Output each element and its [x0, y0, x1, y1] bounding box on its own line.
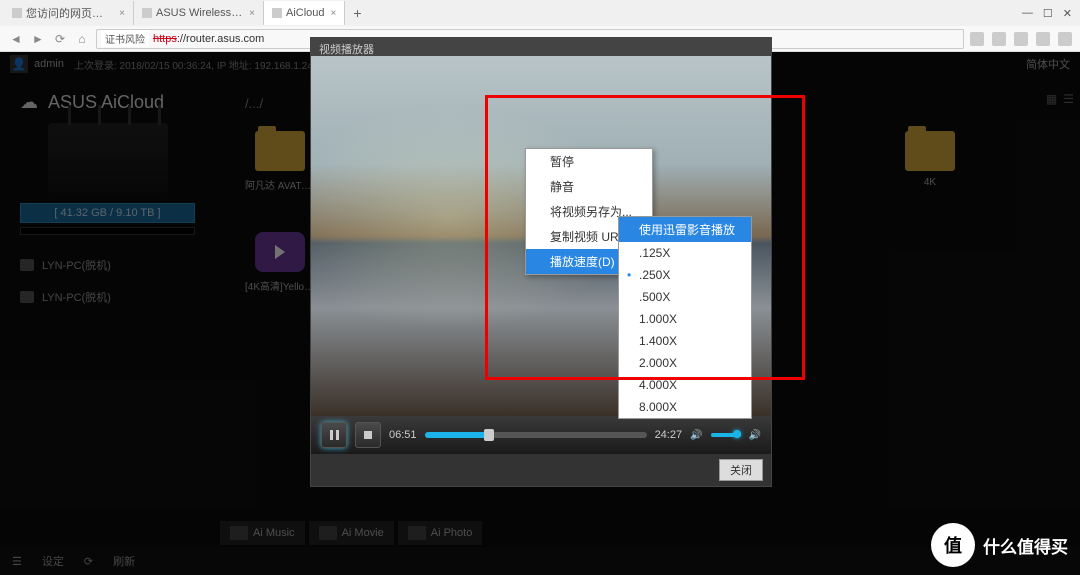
url-host: ://router.asus.com: [177, 33, 264, 45]
certificate-risk-badge: 证书风险: [101, 30, 149, 47]
speed-option[interactable]: .250X: [619, 264, 751, 286]
tab-label: AiCloud: [286, 7, 325, 19]
menu-icon[interactable]: [1058, 32, 1072, 46]
player-title-bar: 视频播放器: [311, 38, 771, 56]
volume-icon[interactable]: 🔊: [690, 430, 702, 441]
watermark-logo-icon: 值: [931, 523, 975, 567]
speed-option[interactable]: 4.000X: [619, 374, 751, 396]
watermark-text: 什么值得买: [983, 533, 1068, 558]
reload-button[interactable]: ⟳: [52, 31, 68, 47]
watermark: 值 什么值得买: [931, 523, 1068, 567]
extension-icon[interactable]: [1036, 32, 1050, 46]
total-time: 24:27: [655, 429, 683, 441]
volume-slider[interactable]: [711, 433, 741, 437]
elapsed-time: 06:51: [389, 429, 417, 441]
maximize-icon[interactable]: ☐: [1043, 7, 1053, 20]
seek-bar[interactable]: [425, 432, 647, 438]
back-button[interactable]: ◄: [8, 31, 24, 47]
page-icon: [272, 8, 282, 18]
close-button[interactable]: 关闭: [719, 459, 763, 481]
close-icon[interactable]: ✕: [1063, 7, 1072, 20]
close-icon[interactable]: ×: [119, 8, 125, 19]
tab-label: 您访问的网页出错了！: [26, 5, 113, 21]
player-footer: 关闭: [311, 454, 771, 486]
new-tab-button[interactable]: +: [345, 5, 369, 21]
close-icon[interactable]: ×: [331, 8, 337, 19]
extension-icon[interactable]: [970, 32, 984, 46]
speed-option[interactable]: 1.400X: [619, 330, 751, 352]
browser-tab-strip: 您访问的网页出错了！ × ASUS Wireless Router R... × A…: [0, 0, 1080, 26]
page-icon: [12, 8, 22, 18]
speed-option[interactable]: .500X: [619, 286, 751, 308]
close-icon[interactable]: ×: [249, 8, 255, 19]
menu-mute[interactable]: 静音: [526, 174, 652, 199]
speed-option[interactable]: 8.000X: [619, 396, 751, 418]
extension-icon[interactable]: [992, 32, 1006, 46]
url-scheme: https: [153, 33, 177, 45]
fullscreen-icon[interactable]: 🔊: [749, 430, 761, 441]
home-button[interactable]: ⌂: [74, 31, 90, 47]
menu-xunlei-play[interactable]: 使用迅雷影音播放: [619, 217, 751, 242]
extension-icons: [970, 32, 1072, 46]
browser-tab-1[interactable]: ASUS Wireless Router R... ×: [134, 1, 264, 25]
browser-tab-2[interactable]: AiCloud ×: [264, 1, 345, 25]
video-context-menu: 暂停 静音 将视频另存为... 复制视频 URL 播放速度(D)▶ 使用迅雷影音…: [525, 148, 653, 275]
extension-icon[interactable]: [1014, 32, 1028, 46]
seek-thumb[interactable]: [484, 429, 494, 441]
speed-option[interactable]: 2.000X: [619, 352, 751, 374]
player-controls: 06:51 24:27 🔊 🔊: [311, 416, 771, 454]
page-icon: [142, 8, 152, 18]
speed-option[interactable]: 1.000X: [619, 308, 751, 330]
speed-submenu: 使用迅雷影音播放 .125X .250X .500X 1.000X 1.400X…: [618, 216, 752, 419]
browser-tab-0[interactable]: 您访问的网页出错了！ ×: [4, 1, 134, 25]
pause-button[interactable]: [321, 422, 347, 448]
menu-label: 播放速度(D): [550, 255, 615, 269]
speed-option[interactable]: .125X: [619, 242, 751, 264]
menu-pause[interactable]: 暂停: [526, 149, 652, 174]
stop-button[interactable]: [355, 422, 381, 448]
forward-button[interactable]: ►: [30, 31, 46, 47]
tab-label: ASUS Wireless Router R...: [156, 7, 243, 19]
minimize-icon[interactable]: —: [1022, 7, 1033, 20]
